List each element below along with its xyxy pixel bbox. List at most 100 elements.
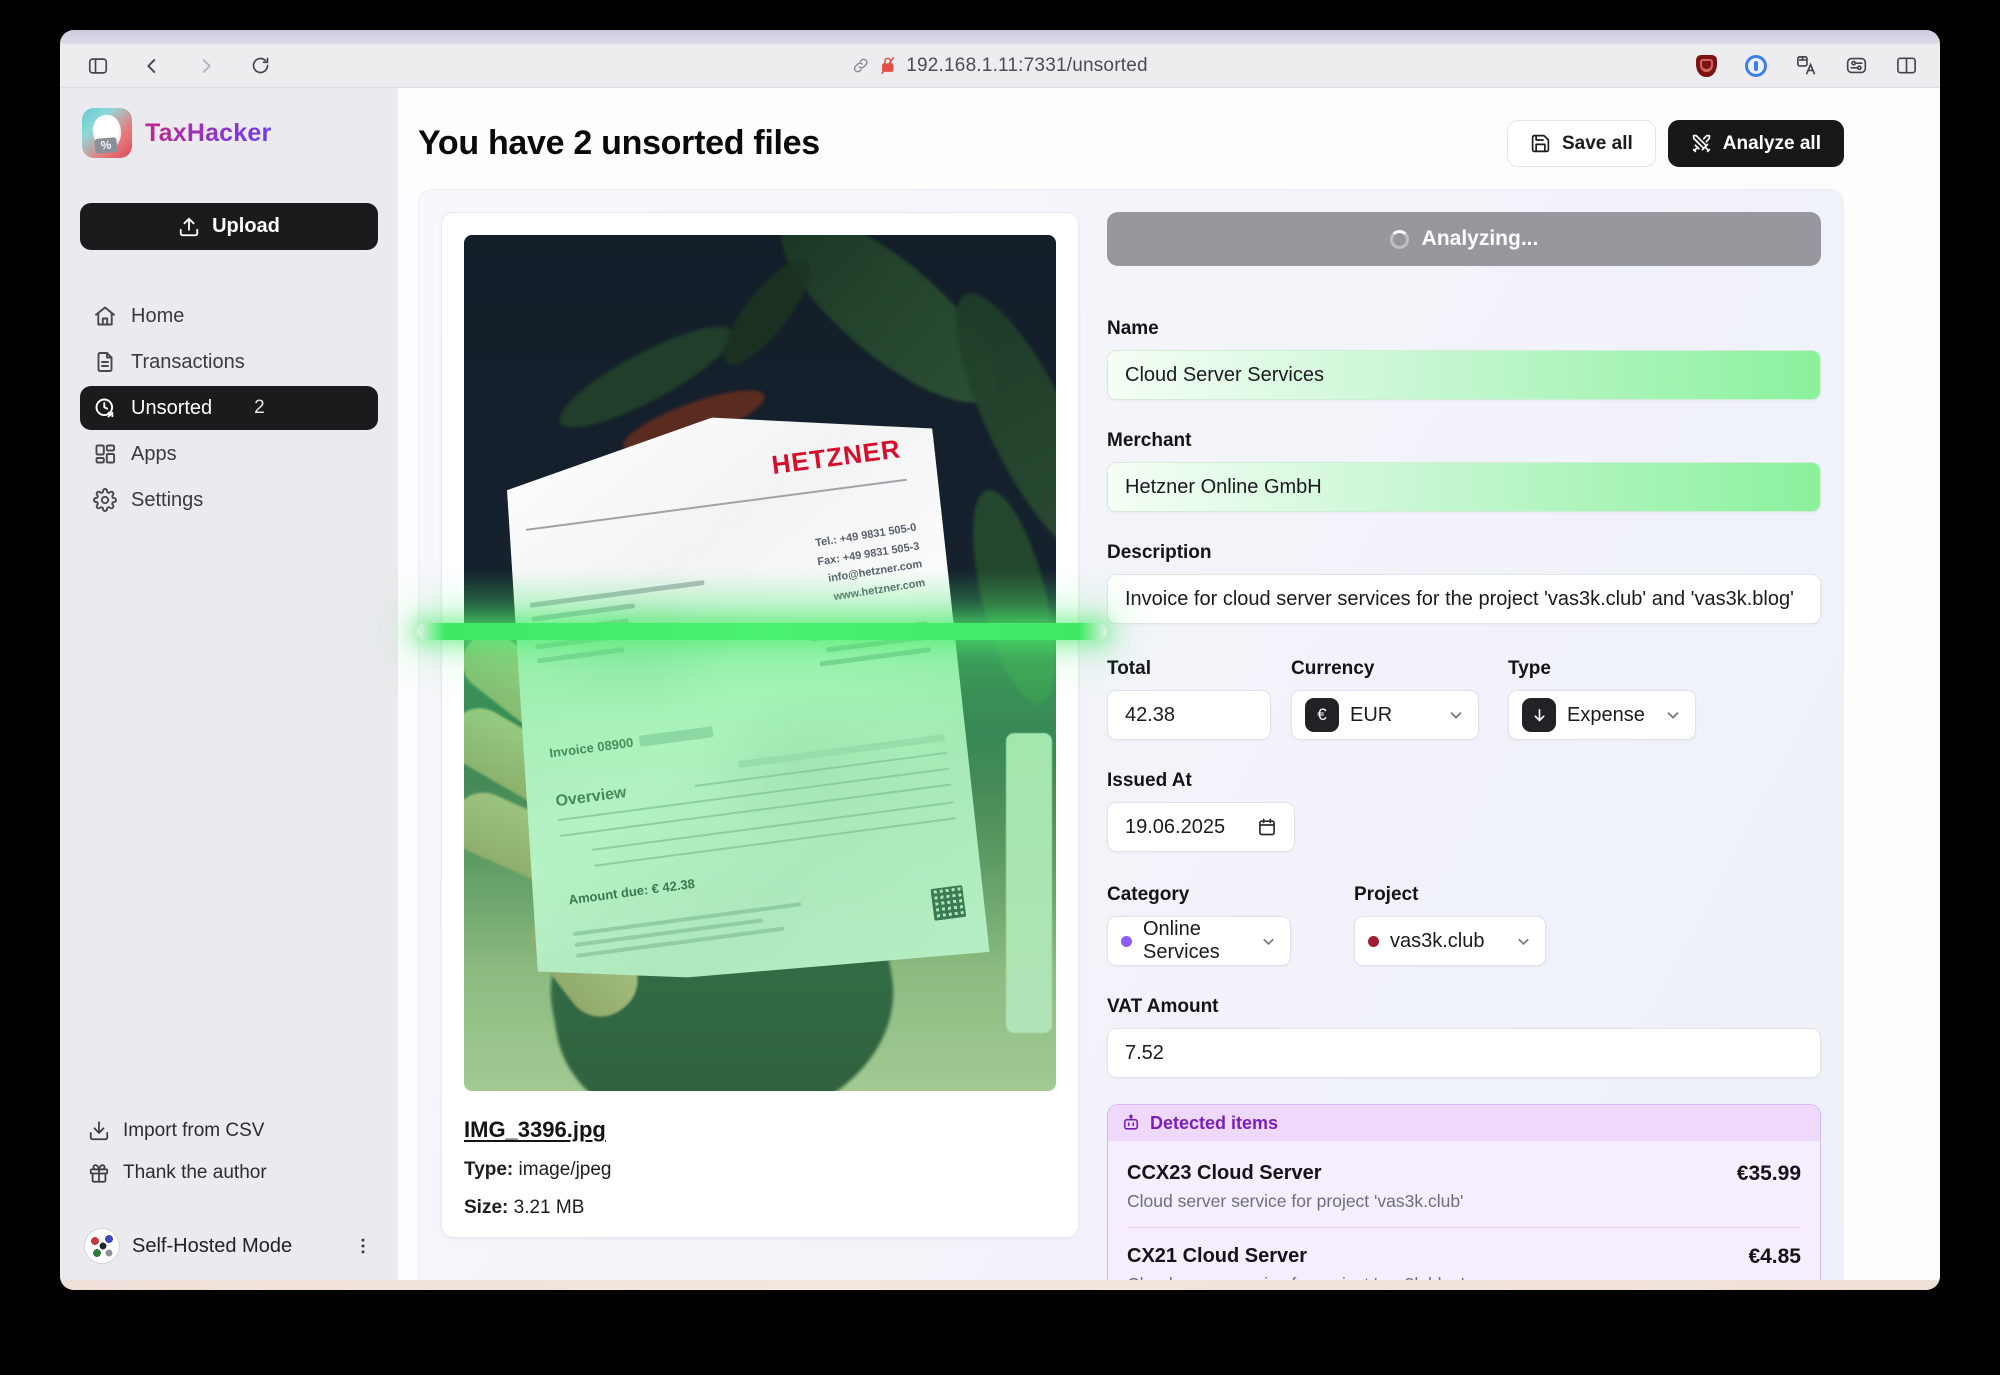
sidebar-item-home[interactable]: Home bbox=[80, 294, 378, 338]
sidebar: TaxHacker Upload Home Transactions Unsor… bbox=[60, 88, 398, 1280]
insecure-lock-icon bbox=[879, 56, 896, 75]
receipt-photo[interactable]: HETZNER Tel.: +49 9831 505-0 Fax: +49 98… bbox=[464, 235, 1056, 1091]
vat-input[interactable]: 7.52 bbox=[1107, 1028, 1821, 1078]
chevron-down-icon bbox=[1260, 933, 1277, 950]
chevron-down-icon bbox=[1447, 706, 1465, 724]
merchant-input[interactable]: Hetzner Online GmbH bbox=[1107, 462, 1821, 512]
analyze-all-label: Analyze all bbox=[1723, 133, 1821, 155]
file-type-value: image/jpeg bbox=[519, 1159, 612, 1180]
sidebar-item-label: Apps bbox=[131, 443, 177, 466]
detected-item-price: €35.99 bbox=[1737, 1162, 1801, 1186]
link-icon bbox=[852, 57, 869, 74]
type-value: Expense bbox=[1567, 704, 1645, 727]
thank-the-author[interactable]: Thank the author bbox=[80, 1154, 378, 1192]
ublock-extension-icon[interactable] bbox=[1694, 54, 1718, 78]
detected-item-name: CCX23 Cloud Server bbox=[1127, 1162, 1463, 1185]
upload-label: Upload bbox=[212, 215, 280, 238]
type-select[interactable]: Expense bbox=[1508, 690, 1696, 740]
password-manager-icon[interactable] bbox=[1744, 54, 1768, 78]
save-all-button[interactable]: Save all bbox=[1507, 120, 1656, 167]
import-from-csv[interactable]: Import from CSV bbox=[80, 1112, 378, 1150]
photo-wrap: HETZNER Tel.: +49 9831 505-0 Fax: +49 98… bbox=[464, 235, 1056, 1091]
save-all-label: Save all bbox=[1562, 133, 1633, 155]
back-icon[interactable] bbox=[140, 54, 164, 78]
type-label: Type bbox=[1508, 658, 1696, 680]
unsorted-count-badge: 2 bbox=[254, 397, 265, 419]
detected-item-row: CCX23 Cloud Server Cloud server service … bbox=[1127, 1145, 1801, 1228]
sidebar-item-transactions[interactable]: Transactions bbox=[80, 340, 378, 384]
analyzing-button[interactable]: Analyzing... bbox=[1107, 212, 1821, 266]
name-input[interactable]: Cloud Server Services bbox=[1107, 350, 1821, 400]
unsorted-file-panel: HETZNER Tel.: +49 9831 505-0 Fax: +49 98… bbox=[418, 189, 1844, 1290]
translate-icon[interactable] bbox=[1794, 54, 1818, 78]
issued-at-label: Issued At bbox=[1107, 770, 1295, 792]
sidebar-item-unsorted[interactable]: Unsorted 2 bbox=[80, 386, 378, 430]
paper-rule bbox=[526, 479, 907, 531]
spinner-icon bbox=[1390, 230, 1409, 249]
app-logo-icon bbox=[82, 108, 132, 158]
sidebar-item-apps[interactable]: Apps bbox=[80, 432, 378, 476]
scan-green-tint bbox=[464, 638, 1056, 1091]
description-input[interactable]: Invoice for cloud server services for th… bbox=[1107, 574, 1821, 624]
url-text[interactable]: 192.168.1.11:7331/unsorted bbox=[906, 55, 1148, 77]
detected-items-list: CCX23 Cloud Server Cloud server service … bbox=[1108, 1141, 1820, 1290]
split-view-icon[interactable] bbox=[1894, 54, 1918, 78]
forward-icon[interactable] bbox=[194, 54, 218, 78]
total-label: Total bbox=[1107, 658, 1271, 680]
project-select[interactable]: vas3k.club bbox=[1354, 916, 1546, 966]
main-content: You have 2 unsorted files Save all Analy… bbox=[398, 88, 1940, 1280]
file-name-link[interactable]: IMG_3396.jpg bbox=[464, 1117, 606, 1143]
footer-item-label: Thank the author bbox=[123, 1162, 267, 1184]
calendar-icon[interactable] bbox=[1257, 817, 1277, 837]
currency-label: Currency bbox=[1291, 658, 1479, 680]
sidebar-toggle-icon[interactable] bbox=[86, 54, 110, 78]
category-value: Online Services bbox=[1143, 918, 1249, 964]
upload-icon bbox=[178, 216, 200, 238]
file-type-row: Type: image/jpeg bbox=[464, 1159, 1056, 1181]
currency-select[interactable]: € EUR bbox=[1291, 690, 1479, 740]
home-icon bbox=[93, 304, 117, 328]
currency-value: EUR bbox=[1350, 704, 1392, 727]
expense-arrow-icon bbox=[1522, 698, 1556, 732]
hetzner-logo: HETZNER bbox=[770, 433, 903, 481]
avatar[interactable] bbox=[84, 1228, 120, 1264]
total-input[interactable]: 42.38 bbox=[1107, 690, 1271, 740]
scan-line bbox=[417, 623, 1107, 640]
analyze-all-button[interactable]: Analyze all bbox=[1668, 120, 1844, 167]
detected-items-panel: Detected items CCX23 Cloud Server Cloud … bbox=[1107, 1104, 1821, 1290]
footer-item-label: Import from CSV bbox=[123, 1120, 264, 1142]
sidebar-nav: Home Transactions Unsorted 2 Apps bbox=[80, 294, 378, 522]
reload-icon[interactable] bbox=[248, 54, 272, 78]
detected-item-price: €4.85 bbox=[1748, 1245, 1801, 1269]
file-card: HETZNER Tel.: +49 9831 505-0 Fax: +49 98… bbox=[441, 212, 1079, 1238]
name-label: Name bbox=[1107, 318, 1821, 340]
file-text-icon bbox=[93, 350, 117, 374]
chevron-down-icon bbox=[1515, 933, 1532, 950]
sidebar-item-label: Settings bbox=[131, 489, 203, 512]
sidebar-item-settings[interactable]: Settings bbox=[80, 478, 378, 522]
address-bar[interactable]: 192.168.1.11:7331/unsorted bbox=[852, 44, 1148, 87]
window-bottom-edge bbox=[60, 1280, 1940, 1290]
sidebar-item-label: Home bbox=[131, 305, 184, 328]
page-header: You have 2 unsorted files Save all Analy… bbox=[418, 120, 1844, 167]
file-size-row: Size: 3.21 MB bbox=[464, 1197, 1056, 1219]
sidebar-item-label: Unsorted bbox=[131, 397, 212, 420]
plant-leaf bbox=[710, 248, 823, 376]
chevron-down-icon bbox=[1664, 706, 1682, 724]
kebab-menu-icon[interactable] bbox=[352, 1236, 374, 1256]
category-select[interactable]: Online Services bbox=[1107, 916, 1291, 966]
extensions-settings-icon[interactable] bbox=[1844, 54, 1868, 78]
detected-item-desc: Cloud server service for project 'vas3k.… bbox=[1127, 1191, 1463, 1212]
upload-button[interactable]: Upload bbox=[80, 203, 378, 250]
save-icon bbox=[1530, 133, 1551, 154]
transaction-form: Analyzing... Name Cloud Server Services … bbox=[1107, 212, 1821, 1290]
issued-at-input[interactable]: 19.06.2025 bbox=[1107, 802, 1295, 852]
project-dot-icon bbox=[1368, 936, 1379, 947]
gift-icon bbox=[88, 1162, 110, 1184]
self-hosted-mode[interactable]: Self-Hosted Mode bbox=[80, 1228, 378, 1264]
project-value: vas3k.club bbox=[1390, 930, 1485, 953]
description-label: Description bbox=[1107, 542, 1821, 564]
file-type-label: Type: bbox=[464, 1159, 513, 1180]
file-size-value: 3.21 MB bbox=[514, 1197, 585, 1218]
file-size-label: Size: bbox=[464, 1197, 508, 1218]
